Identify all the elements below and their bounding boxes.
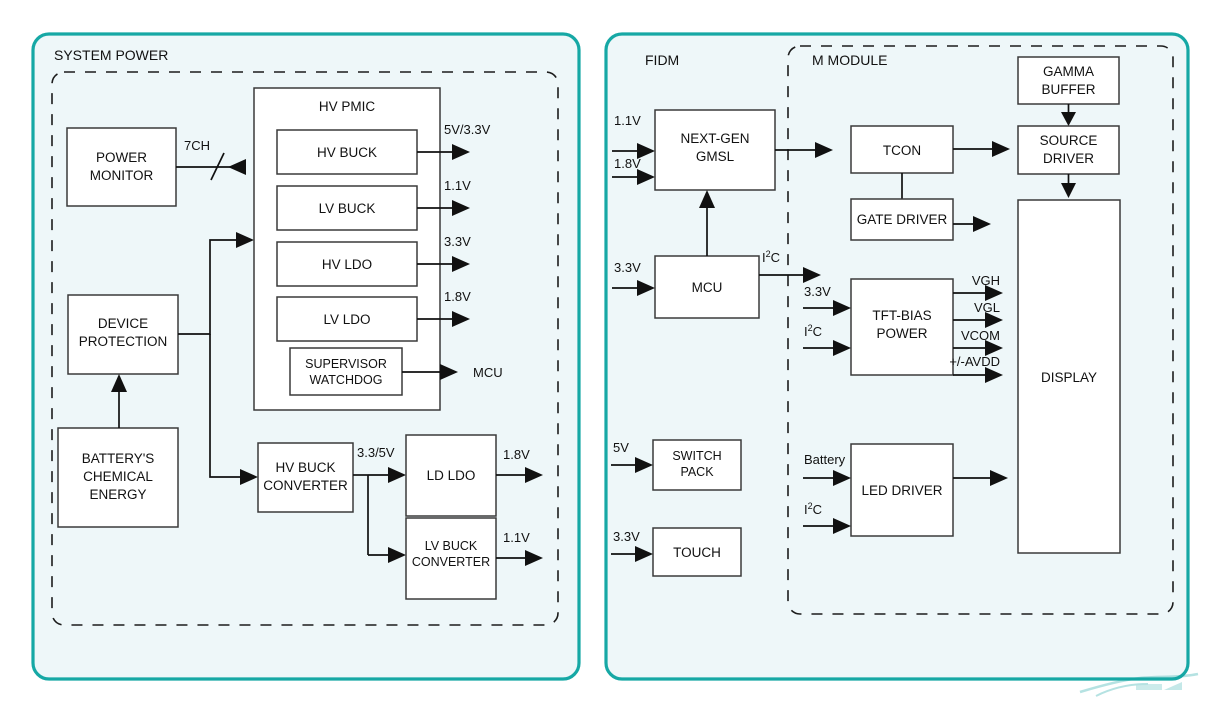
block-power-monitor[interactable] bbox=[66, 127, 177, 207]
signal-label-3v3-5v: 3.3/5V bbox=[357, 445, 395, 460]
signal-label-5v-3v3: 5V/3.3V bbox=[444, 122, 491, 137]
block-device-protection-label-line2: PROTECTION bbox=[79, 334, 168, 349]
signal-label-1v1-pmic: 1.1V bbox=[444, 178, 471, 193]
block-source-driver-label-line2: DRIVER bbox=[1043, 151, 1094, 166]
block-gmsl-label-line1: NEXT-GEN bbox=[680, 131, 749, 146]
block-tft-bias-label-line1: TFT-BIAS bbox=[872, 308, 931, 323]
signal-label-in-5v: 5V bbox=[613, 440, 629, 455]
block-lv-ldo-label: LV LDO bbox=[323, 312, 370, 327]
block-supervisor-label-line2: WATCHDOG bbox=[310, 373, 383, 387]
panel-label-fidm: FIDM bbox=[645, 52, 679, 68]
signal-label-tft-in-3v3: 3.3V bbox=[804, 284, 831, 299]
signal-label-tft-in-i2c: I2C bbox=[804, 323, 822, 339]
signal-label-in-1v8: 1.8V bbox=[614, 156, 641, 171]
block-touch-label: TOUCH bbox=[673, 545, 721, 560]
block-supervisor-watchdog[interactable] bbox=[289, 347, 403, 396]
block-tft-bias-label-line2: POWER bbox=[876, 326, 927, 341]
block-hv-pmic-label: HV PMIC bbox=[319, 99, 376, 114]
panel-label-m-module: M MODULE bbox=[812, 52, 887, 68]
signal-label-vcom: VCOM bbox=[961, 328, 1000, 343]
signal-label-mcu-out: MCU bbox=[473, 365, 503, 380]
block-display-label: DISPLAY bbox=[1041, 370, 1097, 385]
block-ld-ldo-label: LD LDO bbox=[427, 468, 476, 483]
signal-label-vgh: VGH bbox=[972, 273, 1000, 288]
block-gamma-buffer-label-line1: GAMMA bbox=[1043, 64, 1094, 79]
block-battery-label-line2: CHEMICAL bbox=[83, 469, 153, 484]
block-led-driver-label: LED DRIVER bbox=[861, 483, 942, 498]
signal-label-avdd: +/-AVDD bbox=[949, 354, 1000, 369]
panel-label-system-power: SYSTEM POWER bbox=[54, 47, 168, 63]
block-gate-driver-label: GATE DRIVER bbox=[857, 212, 948, 227]
block-power-monitor-label-line2: MONITOR bbox=[90, 168, 154, 183]
block-hv-buck-conv-label-line1: HV BUCK bbox=[275, 460, 335, 475]
block-diagram: SYSTEM POWER POWER MONITOR 7CH DEVICE PR… bbox=[31, 32, 1190, 681]
block-lv-buck-conv2-label-line2: CONVERTER bbox=[412, 555, 490, 569]
signal-label-mcu-i2c: I2C bbox=[762, 249, 780, 265]
block-hv-ldo-label: HV LDO bbox=[322, 257, 372, 272]
signal-label-in-3v3-mcu: 3.3V bbox=[614, 260, 641, 275]
signal-label-3v3-pmic: 3.3V bbox=[444, 234, 471, 249]
signal-label-in-3v3-touch: 3.3V bbox=[613, 529, 640, 544]
signal-label-led-i2c: I2C bbox=[804, 501, 822, 517]
signal-label-vgl: VGL bbox=[974, 300, 1000, 315]
signal-label-7ch: 7CH bbox=[184, 138, 210, 153]
block-battery-label-line3: ENERGY bbox=[89, 487, 146, 502]
signal-label-battery-in: Battery bbox=[804, 452, 846, 467]
block-lv-buck-conv2-label-line1: LV BUCK bbox=[425, 539, 478, 553]
block-switch-pack-label-line2: PACK bbox=[680, 465, 714, 479]
signal-label-1v1-lvbc: 1.1V bbox=[503, 530, 530, 545]
signal-label-in-1v1: 1.1V bbox=[614, 113, 641, 128]
block-source-driver-label-line1: SOURCE bbox=[1040, 133, 1098, 148]
block-gmsl-label-line2: GMSL bbox=[696, 149, 735, 164]
block-switch-pack-label-line1: SWITCH bbox=[672, 449, 721, 463]
block-gamma-buffer-label-line2: BUFFER bbox=[1042, 82, 1096, 97]
block-tcon-label: TCON bbox=[883, 143, 921, 158]
block-lv-buck-label: LV BUCK bbox=[319, 201, 376, 216]
block-mcu-label: MCU bbox=[692, 280, 723, 295]
block-supervisor-label-line1: SUPERVISOR bbox=[305, 357, 387, 371]
signal-label-1v8-ldldo: 1.8V bbox=[503, 447, 530, 462]
block-hv-buck-label: HV BUCK bbox=[317, 145, 377, 160]
block-battery-label-line1: BATTERY'S bbox=[82, 451, 155, 466]
block-device-protection-label-line1: DEVICE bbox=[98, 316, 148, 331]
block-power-monitor-label-line1: POWER bbox=[96, 150, 147, 165]
block-hv-buck-conv-label-line2: CONVERTER bbox=[263, 478, 348, 493]
signal-label-1v8-pmic: 1.8V bbox=[444, 289, 471, 304]
